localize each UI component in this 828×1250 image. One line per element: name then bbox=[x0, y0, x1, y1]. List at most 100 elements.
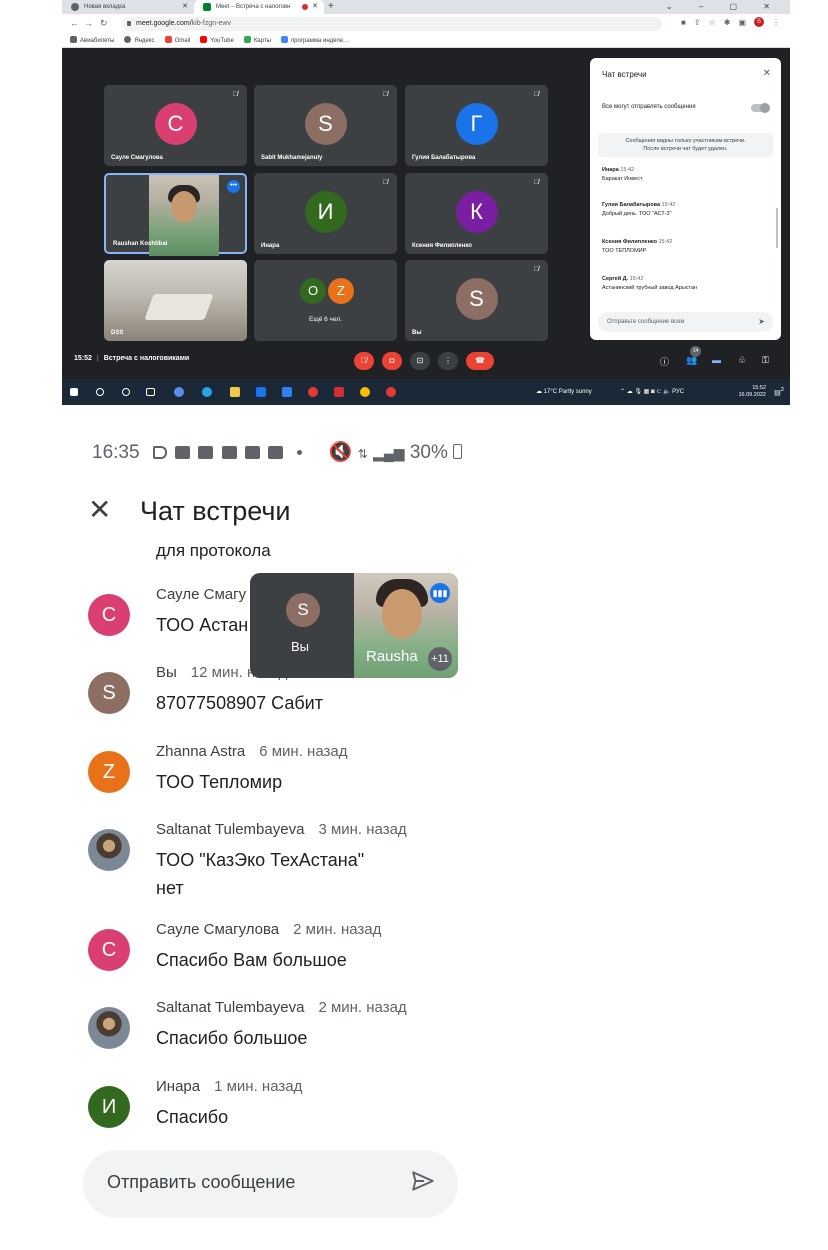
chat-input[interactable]: Отправьте сообщение всем ➤ bbox=[598, 312, 773, 332]
message-header: Saltanat Tulembayeva 3 мин. назад bbox=[156, 821, 407, 838]
store-icon[interactable] bbox=[256, 387, 266, 397]
new-tab-button[interactable]: + bbox=[328, 0, 334, 14]
search-icon[interactable] bbox=[96, 388, 104, 396]
weather-widget[interactable]: ☁ 17°C Partly sunny bbox=[536, 388, 592, 395]
message-text-partial: для протокола bbox=[156, 546, 271, 560]
more-options-button[interactable]: ⋮ bbox=[438, 352, 458, 370]
self-label: Вы bbox=[291, 639, 310, 654]
star-icon[interactable]: ☆ bbox=[709, 18, 716, 27]
leave-call-button[interactable]: ☎ bbox=[466, 352, 494, 370]
sender-name: Вы bbox=[156, 664, 177, 681]
bookmark-item[interactable]: Яндекс bbox=[124, 34, 155, 47]
participant-tile[interactable]: 🎙̸ И Инара bbox=[254, 173, 397, 254]
more-notifications-icon bbox=[296, 450, 302, 455]
camera-toggle-button[interactable]: ◘ bbox=[382, 352, 402, 370]
bookmark-item[interactable]: Gmail bbox=[164, 34, 190, 47]
yandex-browser-icon[interactable] bbox=[386, 387, 396, 397]
window-controls[interactable]: ⌄ – ▢ ✕ bbox=[666, 0, 782, 14]
participant-name: Sabit Mukhamejanuly bbox=[261, 155, 323, 161]
system-tray[interactable]: ⌃ ☁ 🎙 ▦ ◙ ⊂ 🔈 РУС bbox=[620, 388, 684, 395]
message-header: Инара 1 мин. назад bbox=[156, 1078, 302, 1095]
chrome-icon[interactable] bbox=[360, 387, 370, 397]
speaking-icon: ▮▮▮ bbox=[430, 583, 450, 603]
mic-off-icon: 🎙̸ bbox=[232, 91, 238, 98]
yandex-icon[interactable] bbox=[308, 387, 318, 397]
extensions-icon[interactable]: ✱ bbox=[724, 18, 731, 27]
participant-tile[interactable]: 🎙̸ S Sabit Mukhamejanuly bbox=[254, 85, 397, 166]
participant-tile[interactable]: 🎙̸ К Ксения Филипленко bbox=[405, 173, 548, 254]
pip-video-overlay[interactable]: S Вы Rausha ▮▮▮ +11 bbox=[250, 573, 458, 678]
meet-control-bar: 15:52 | Встреча с налоговиками 🎙̸ ◘ ⊡ ⋮ ☎ … bbox=[62, 346, 790, 376]
chat-message: Инара 15:42 Баракат Инвест bbox=[602, 167, 643, 182]
self-tile[interactable]: 🎙̸ S Вы bbox=[405, 260, 548, 341]
message-input[interactable]: Отправить сообщение bbox=[83, 1150, 458, 1218]
room-video bbox=[144, 294, 214, 320]
cortana-icon[interactable] bbox=[122, 388, 130, 396]
message-text: ТОО Астан bbox=[156, 615, 249, 635]
chat-icon[interactable]: ▬ bbox=[712, 355, 721, 365]
avatar: Z bbox=[328, 278, 354, 304]
camera-icon[interactable]: ■ bbox=[681, 18, 686, 27]
people-icon[interactable]: 👥 bbox=[686, 355, 697, 366]
notifications-icon[interactable]: ▤2 bbox=[774, 387, 784, 396]
participant-name: Ксения Филипленко bbox=[412, 243, 472, 249]
browser-tab-strip: Новая вкладка ✕ Meet – Встреча с налогов… bbox=[62, 0, 790, 14]
taskbar-clock[interactable]: 15:52 16.09.2022 bbox=[738, 385, 766, 399]
share-icon[interactable]: ⇪ bbox=[694, 18, 701, 27]
bookmark-item[interactable]: YouTube bbox=[200, 34, 234, 47]
close-chat-button[interactable]: ✕ bbox=[88, 494, 111, 526]
close-icon[interactable]: ✕ bbox=[182, 0, 188, 14]
tab-meet[interactable]: Meet – Встреча с налоговн ✕ bbox=[194, 0, 324, 14]
close-icon[interactable]: ✕ bbox=[312, 0, 318, 14]
reload-icon[interactable]: ↻ bbox=[100, 18, 108, 29]
edge-icon[interactable] bbox=[202, 387, 212, 397]
mic-toggle-button[interactable]: 🎙̸ bbox=[354, 352, 374, 370]
task-view-icon[interactable] bbox=[146, 388, 155, 396]
bookmark-item[interactable]: Авиабилеты bbox=[70, 34, 114, 47]
avatar: S bbox=[286, 593, 320, 627]
avatar-photo bbox=[88, 829, 130, 871]
back-icon[interactable]: ← bbox=[70, 18, 79, 28]
participant-tile-active[interactable]: ••• Raushan Koshtibai bbox=[104, 173, 247, 256]
profile-avatar[interactable]: S bbox=[754, 17, 764, 27]
menu-icon[interactable]: ⋮ bbox=[772, 18, 780, 27]
send-icon[interactable] bbox=[410, 1168, 436, 1194]
mail-icon[interactable] bbox=[282, 387, 292, 397]
present-button[interactable]: ⊡ bbox=[410, 352, 430, 370]
close-icon[interactable]: ✕ bbox=[763, 68, 771, 79]
chat-permission-toggle[interactable] bbox=[751, 103, 770, 113]
sidepanel-icon[interactable]: ▣ bbox=[738, 18, 746, 27]
facebook-icon bbox=[175, 446, 191, 459]
more-participants-tile[interactable]: О Z Ещё 6 чел. bbox=[254, 260, 397, 341]
participant-tile[interactable]: 🎙̸ С Сауле Смагулова bbox=[104, 85, 247, 166]
participant-tile[interactable]: DSS bbox=[104, 260, 247, 341]
url-field[interactable]: meet.google.com/kib-fzgn-ewv bbox=[122, 17, 662, 31]
file-explorer-icon[interactable] bbox=[230, 387, 240, 397]
bookmark-item[interactable]: программа индепе... bbox=[280, 34, 348, 47]
send-icon[interactable]: ➤ bbox=[758, 312, 765, 332]
activities-icon[interactable]: ♧ bbox=[738, 355, 746, 366]
participant-tile[interactable]: 🎙̸ Г Гулия Балабатырова bbox=[405, 85, 548, 166]
avatar: И bbox=[88, 1086, 130, 1128]
chat-panel: Чат встречи ✕ Все могут отправлять сообщ… bbox=[590, 58, 781, 340]
chat-title: Чат встречи bbox=[140, 496, 291, 526]
office-icon[interactable] bbox=[334, 387, 344, 397]
youtube-icon bbox=[268, 446, 284, 459]
avatar: Г bbox=[455, 102, 498, 145]
message-header: Сауле Смагулова 2 мин. назад bbox=[156, 921, 381, 938]
tab-new-tab[interactable]: Новая вкладка ✕ bbox=[62, 0, 194, 14]
host-controls-icon[interactable]: ⚿ bbox=[762, 355, 769, 366]
facebook-icon bbox=[198, 446, 214, 459]
url-path: kib-fzgn-ewv bbox=[191, 20, 231, 27]
clock-time: 15:52 bbox=[752, 385, 766, 391]
mic-off-icon: 🎙̸ bbox=[533, 266, 539, 273]
forward-icon[interactable]: → bbox=[84, 18, 93, 28]
toolbar-icons: ■ ⇪ ☆ ✱ ▣ S ⋮ bbox=[681, 17, 780, 27]
avatar: S bbox=[88, 672, 130, 714]
windows-start-icon[interactable] bbox=[70, 388, 78, 396]
chat-scrollbar[interactable] bbox=[776, 208, 778, 248]
avatar: К bbox=[455, 190, 498, 233]
bookmark-item[interactable]: Карты bbox=[243, 34, 271, 47]
app-icon[interactable] bbox=[174, 387, 184, 397]
info-icon[interactable]: ⓘ bbox=[660, 355, 669, 368]
